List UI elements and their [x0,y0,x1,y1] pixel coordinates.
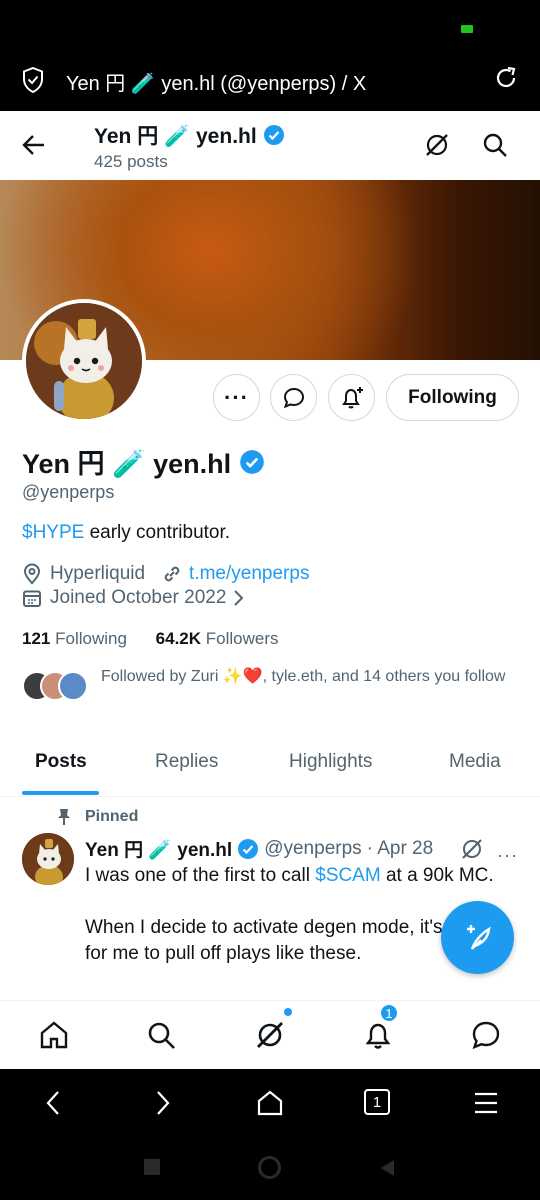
profile-handle: @yenperps [22,482,115,502]
profile-joined-row[interactable]: Joined October 2022 [22,587,246,609]
verified-badge-icon [240,449,264,474]
chevron-right-icon [234,590,244,606]
recents-icon[interactable] [144,1159,160,1175]
more-options-button[interactable]: ··· [213,374,260,421]
browser-bottom-bar: 1 [0,1069,540,1137]
profile-website-link[interactable]: t.me/yenperps [189,563,309,585]
location-pin-icon [23,563,41,585]
back-arrow-icon[interactable] [22,134,46,156]
browser-forward-icon[interactable] [148,1089,176,1117]
notify-button[interactable] [328,374,375,421]
browser-menu-icon[interactable] [472,1089,500,1117]
bio-cashtag-link[interactable]: $HYPE [22,522,84,543]
search-icon[interactable] [145,1019,177,1051]
system-nav-bar [0,1137,540,1200]
notifications-bell-icon[interactable] [362,1019,394,1051]
notifications-badge: 1 [379,1003,399,1023]
calendar-icon [23,590,41,607]
messages-icon[interactable] [470,1019,502,1051]
active-tab-indicator [22,791,99,795]
reload-icon[interactable] [494,66,518,90]
profile-joined: Joined October 2022 [50,587,227,608]
tab-media[interactable]: Media [449,751,501,773]
system-home-icon[interactable] [258,1156,281,1179]
profile-bio: $HYPE early contributor. [22,522,230,544]
followers-count-link[interactable]: 64.2K Followers [156,629,279,648]
bell-plus-icon [341,386,363,408]
tweet-avatar[interactable] [22,833,74,885]
bio-text: early contributor. [84,522,231,543]
bottom-nav: 1 [0,1000,540,1069]
profile-page: Yen 円 🧪 yen.hl 425 posts ··· Following Y… [0,111,540,1069]
grok-icon[interactable] [254,1019,286,1051]
following-count-link[interactable]: 121 Following [22,629,127,648]
verified-badge-icon [263,125,284,145]
pin-icon [58,809,70,825]
profile-location: Hyperliquid [50,563,146,584]
home-icon[interactable] [38,1019,70,1051]
followed-by-text[interactable]: Followed by Zuri ✨❤️, tyle.eth, and 14 o… [101,667,521,687]
tab-replies[interactable]: Replies [155,751,218,773]
feather-plus-icon [466,924,491,950]
follow-counts: 121 Following 64.2K Followers [22,629,279,649]
message-button[interactable] [270,374,317,421]
browser-back-icon[interactable] [40,1089,68,1117]
topbar-name: Yen 円 🧪 yen.hl [94,120,285,150]
more-dots-icon: ··· [224,384,249,410]
search-icon[interactable] [482,132,508,158]
avatar [58,671,88,701]
tab-highlights[interactable]: Highlights [289,751,372,773]
browser-tabs-button[interactable]: 1 [364,1089,390,1115]
profile-name: Yen 円 🧪 yen.hl [22,442,265,481]
compose-post-button[interactable] [441,901,514,974]
following-button[interactable]: Following [386,374,519,421]
browser-home-icon[interactable] [256,1089,284,1117]
posts-count: 425 posts [94,152,168,171]
link-icon [164,566,180,582]
browser-tab-title: Yen 円 🧪 yen.hl (@yenperps) / X [66,73,367,95]
tweet-author-name[interactable]: Yen 円 🧪 yen.hl [85,835,232,862]
tweet-header: Yen 円 🧪 yen.hl @yenperps · Apr 28 [85,835,433,862]
grok-icon[interactable] [424,132,450,158]
tweet-cashtag-link[interactable]: $SCAM [315,865,380,886]
profile-tabs: Posts Replies Highlights Media [0,733,540,797]
grok-icon[interactable] [460,837,484,861]
tweet-handle: @yenperps [264,837,362,859]
status-bar [0,0,540,52]
verified-badge-icon [238,838,259,859]
system-back-icon[interactable] [378,1158,396,1178]
tab-posts[interactable]: Posts [35,751,87,773]
pinned-label: Pinned [85,808,139,825]
shield-icon[interactable] [22,67,44,93]
message-icon [283,387,304,408]
profile-top-bar: Yen 円 🧪 yen.hl 425 posts [0,111,540,180]
profile-avatar[interactable] [22,299,146,423]
profile-meta-row: Hyperliquid t.me/yenperps [22,563,309,585]
tweet-date[interactable]: · Apr 28 [367,838,434,860]
grok-new-dot [284,1008,292,1016]
battery-icon [461,25,473,33]
followers-you-know-avatars[interactable] [22,671,92,705]
